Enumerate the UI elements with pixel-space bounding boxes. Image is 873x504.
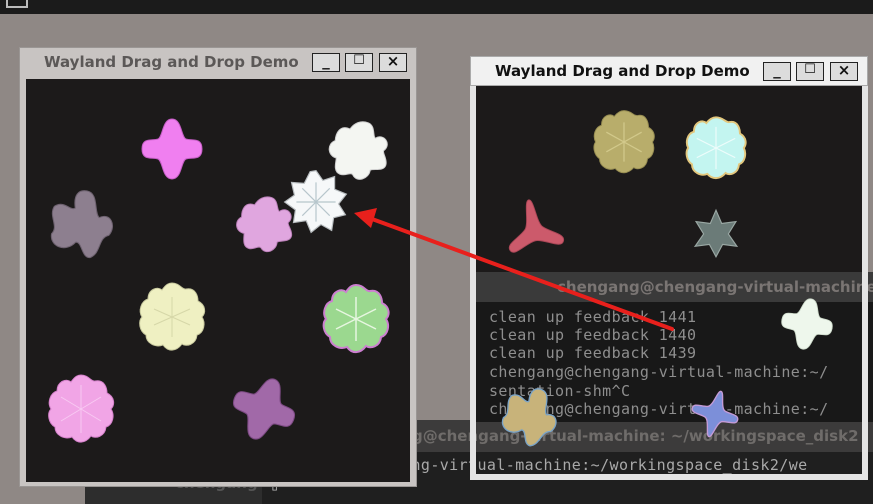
titlebar-left[interactable]: Wayland Drag and Drop Demo _ ☐ ×	[20, 48, 416, 76]
titlebar-right[interactable]: Wayland Drag and Drop Demo _ ☐ ×	[470, 56, 868, 86]
olive-flower[interactable]	[593, 110, 655, 174]
dnd-window-right[interactable]: Wayland Drag and Drop Demo _ ☐ ×	[470, 56, 868, 480]
white-clover-flower[interactable]	[777, 294, 836, 353]
cream-flower[interactable]	[139, 282, 206, 351]
cyan-flower[interactable]	[685, 116, 747, 180]
maximize-icon-right: ☐	[804, 62, 816, 77]
flower-canvas-left[interactable]	[26, 79, 410, 482]
top-panel	[0, 0, 873, 14]
minimize-icon: _	[322, 52, 330, 70]
pink-round-flower[interactable]	[48, 374, 115, 443]
minimize-button[interactable]: _	[312, 52, 340, 72]
red-tri-flower[interactable]	[501, 194, 565, 254]
green-flower[interactable]	[322, 284, 390, 354]
close-icon-right: ×	[837, 61, 851, 79]
magenta-flower[interactable]	[141, 118, 203, 180]
purple-flower[interactable]	[223, 368, 305, 450]
dnd-window-left[interactable]: Wayland Drag and Drop Demo _ ☐ ×	[19, 47, 417, 487]
flower-field-right-top	[501, 110, 747, 258]
close-icon: ×	[386, 52, 400, 70]
flower-field-right-bottom	[495, 294, 836, 452]
tan-flower[interactable]	[495, 379, 567, 452]
close-button[interactable]: ×	[379, 52, 407, 72]
minimize-icon-right: _	[773, 61, 781, 79]
flower-canvas-right[interactable]	[476, 86, 862, 272]
maximize-icon: ☐	[353, 53, 365, 68]
blue-star-flower[interactable]	[686, 385, 743, 442]
window-title-right: Wayland Drag and Drop Demo	[495, 62, 750, 80]
minimize-button-right[interactable]: _	[763, 61, 791, 81]
flower-field-left	[45, 112, 398, 450]
white-dragged-flower[interactable]	[284, 170, 347, 233]
window-title: Wayland Drag and Drop Demo	[44, 53, 299, 71]
gray-star-flower[interactable]	[694, 209, 738, 258]
maximize-button[interactable]: ☐	[345, 53, 373, 72]
mauve-flower[interactable]	[45, 185, 119, 262]
panel-icon[interactable]	[6, 0, 28, 8]
close-button-right[interactable]: ×	[830, 61, 858, 81]
maximize-button-right[interactable]: ☐	[796, 62, 824, 81]
